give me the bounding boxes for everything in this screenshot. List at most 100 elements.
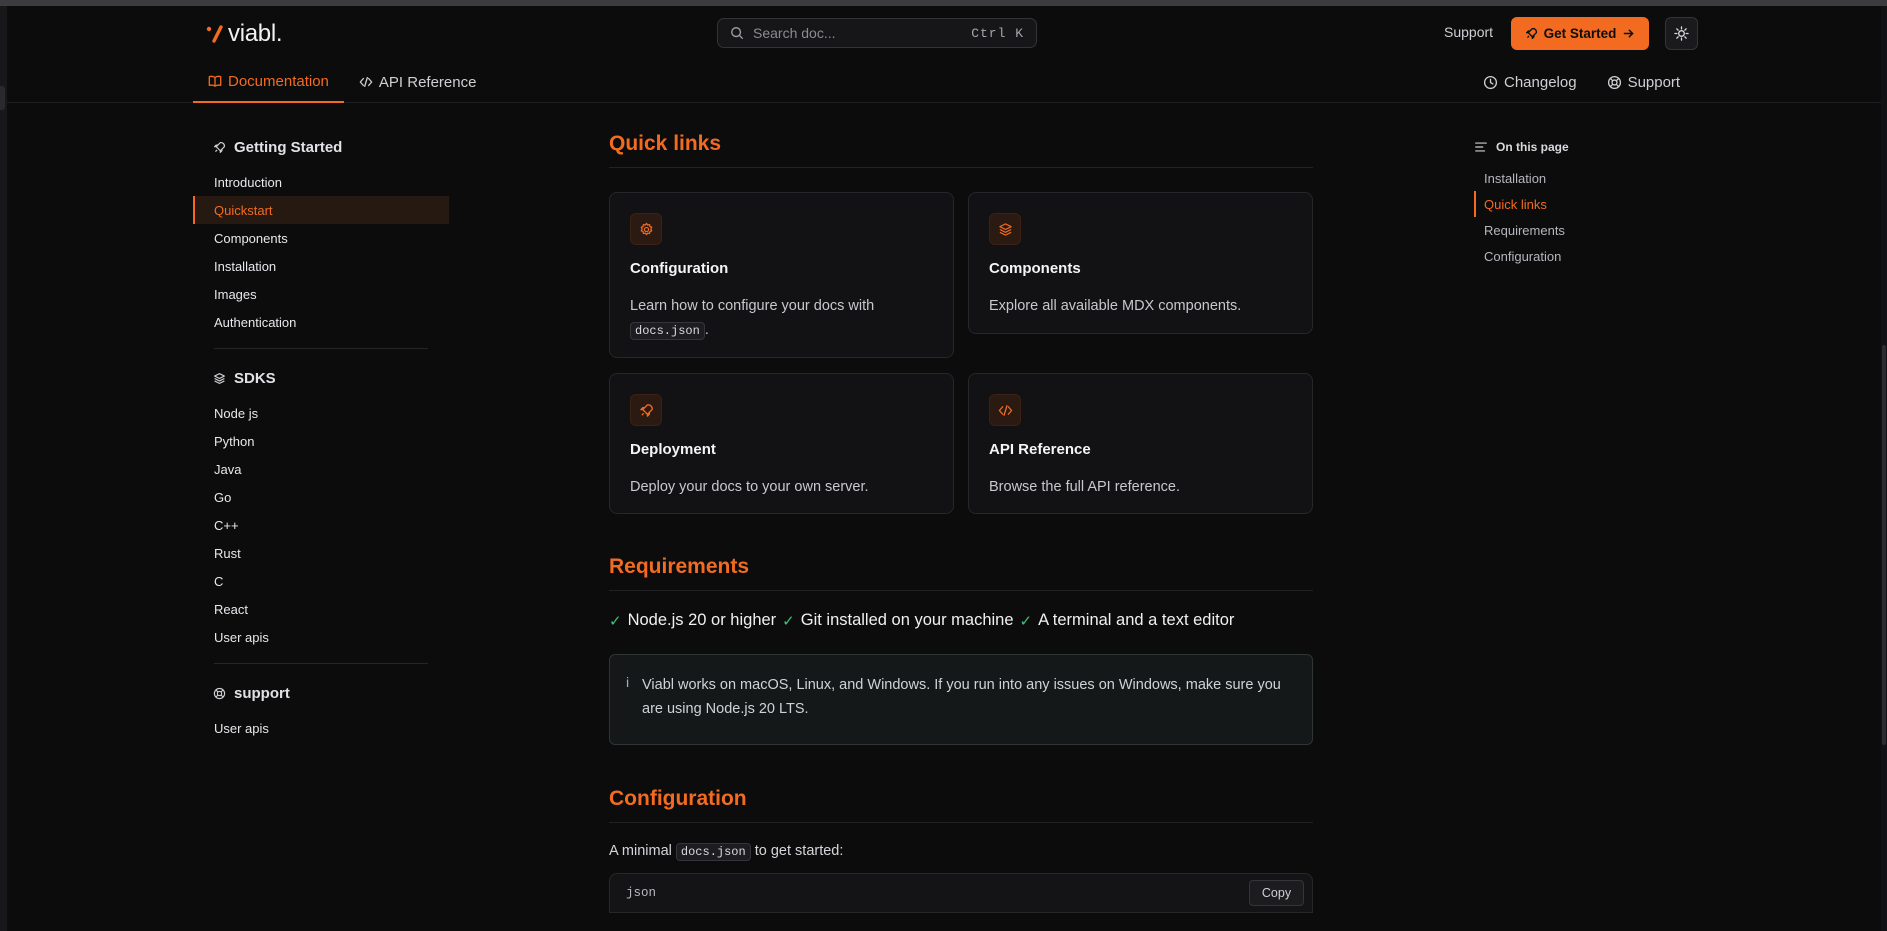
card-icon-box [989, 213, 1021, 245]
info-callout: i Viabl works on macOS, Linux, and Windo… [609, 654, 1313, 745]
logo-mark-icon [206, 25, 223, 43]
tab-api-reference[interactable]: API Reference [344, 61, 492, 103]
sidebar-item-python[interactable]: Python [193, 427, 449, 455]
tab-api-reference-label: API Reference [378, 73, 477, 91]
arrow-right-icon [1624, 29, 1634, 38]
left-edge-panel [0, 6, 7, 931]
toc-title: On this page [1474, 139, 1674, 155]
get-started-button[interactable]: Get Started [1511, 17, 1649, 50]
sidebar-item-c[interactable]: C [193, 567, 449, 595]
configuration-lead: A minimal docs.json to get started: [609, 843, 1313, 861]
code-language-label: json [626, 886, 657, 900]
clock-icon [1483, 75, 1498, 89]
card-api-reference[interactable]: API Reference Browse the full API refere… [968, 373, 1313, 514]
card-title: Components [989, 260, 1081, 277]
sidebar-divider [214, 348, 428, 349]
sidebar-item-rust[interactable]: Rust [193, 539, 449, 567]
toc-item-requirements[interactable]: Requirements [1474, 217, 1674, 243]
card-icon-box [630, 213, 662, 245]
heading-requirements[interactable]: Requirements [609, 551, 1313, 591]
sun-icon [1674, 26, 1689, 41]
card-description: Explore all available MDX components. [989, 298, 1242, 314]
card-description: Deploy your docs to your own server. [630, 479, 869, 495]
layers-icon [998, 222, 1012, 236]
layers-icon [214, 372, 225, 384]
changelog-link[interactable]: Changelog [1483, 74, 1577, 91]
sidebar-item-images[interactable]: Images [193, 280, 449, 308]
heading-quick-links[interactable]: Quick links [609, 128, 1313, 168]
requirements-list: ✓ Node.js 20 or higher ✓ Git installed o… [609, 611, 1313, 630]
requirements-section: Requirements ✓ Node.js 20 or higher ✓ Gi… [609, 551, 1313, 745]
sidebar: Getting Started Introduction Quickstart … [193, 135, 449, 742]
sidebar-item-node-js[interactable]: Node js [193, 399, 449, 427]
sidebar-item-installation[interactable]: Installation [193, 252, 449, 280]
card-description-end: . [704, 322, 709, 338]
header-support-link[interactable]: Support [1444, 24, 1493, 40]
sidebar-item-java[interactable]: Java [193, 455, 449, 483]
lead-text-after: to get started: [754, 843, 844, 859]
lifebuoy-icon [1607, 75, 1621, 89]
code-icon [998, 404, 1012, 416]
card-components[interactable]: Components Explore all available MDX com… [968, 192, 1313, 334]
code-block-header: json Copy [609, 873, 1313, 913]
sidebar-item-go[interactable]: Go [193, 483, 449, 511]
rocket-icon [214, 141, 226, 153]
card-description-text: Learn how to configure your docs with [630, 298, 875, 314]
support-link[interactable]: Support [1607, 73, 1681, 91]
tab-documentation[interactable]: Documentation [193, 61, 344, 103]
list-icon [1475, 142, 1487, 152]
on-this-page: On this page Installation Quick links Re… [1474, 139, 1674, 269]
changelog-label: Changelog [1504, 73, 1577, 91]
card-deployment[interactable]: Deployment Deploy your docs to your own … [609, 373, 954, 514]
support-label: Support [1627, 73, 1681, 91]
check-icon: ✓ [1019, 612, 1033, 630]
inline-code: docs.json [675, 843, 751, 861]
card-title: Deployment [630, 441, 716, 458]
top-tabs: Documentation API Reference [193, 61, 491, 103]
sidebar-list: Introduction Quickstart Components Insta… [193, 168, 449, 336]
header-secondary-links: Changelog Support [1483, 61, 1680, 103]
requirement-item: Node.js 20 or higher [627, 611, 777, 629]
card-icon-box [989, 394, 1021, 426]
quick-links-grid: Configuration Learn how to configure you… [609, 192, 1313, 514]
toc-item-quick-links[interactable]: Quick links [1474, 191, 1674, 217]
toc-item-installation[interactable]: Installation [1474, 165, 1674, 191]
toc-item-configuration[interactable]: Configuration [1474, 243, 1674, 269]
inline-code: docs.json [630, 322, 705, 340]
lead-text-before: A minimal [609, 843, 672, 859]
sidebar-item-components[interactable]: Components [193, 224, 449, 252]
site-header: viabl. Ctrl K Support Get Started Docume… [7, 6, 1881, 103]
copy-button[interactable]: Copy [1249, 880, 1304, 906]
sidebar-item-user-apis[interactable]: User apis [193, 623, 449, 651]
left-edge-handle[interactable] [0, 86, 5, 110]
sidebar-item-quickstart[interactable]: Quickstart [193, 196, 449, 224]
gear-icon [640, 222, 652, 235]
rocket-icon [639, 403, 653, 417]
sidebar-item-introduction[interactable]: Introduction [193, 168, 449, 196]
sidebar-item-cpp[interactable]: C++ [193, 511, 449, 539]
card-description: Browse the full API reference. [989, 479, 1181, 495]
sidebar-divider [214, 663, 428, 664]
card-title: API Reference [989, 441, 1091, 458]
sidebar-group-title: support [234, 684, 290, 702]
configuration-section: Configuration A minimal docs.json to get… [609, 783, 1313, 913]
sidebar-list: Node js Python Java Go C++ Rust C React … [193, 399, 449, 651]
sidebar-list: User apis [193, 714, 449, 742]
theme-toggle-button[interactable] [1665, 17, 1698, 50]
rocket-icon [1525, 27, 1537, 40]
get-started-label: Get Started [1543, 26, 1617, 41]
info-callout-text: Viabl works on macOS, Linux, and Windows… [642, 677, 1281, 717]
search-input[interactable] [753, 25, 972, 41]
scrollbar-thumb[interactable] [1882, 345, 1886, 745]
main-content: Quick links Configuration Learn how to c… [609, 128, 1313, 913]
sidebar-item-authentication[interactable]: Authentication [193, 308, 449, 336]
heading-configuration[interactable]: Configuration [609, 783, 1313, 823]
requirement-item: Git installed on your machine [800, 611, 1014, 629]
sidebar-item-support-user-apis[interactable]: User apis [193, 714, 449, 742]
card-title: Configuration [630, 260, 729, 277]
logo[interactable]: viabl. [205, 20, 283, 48]
sidebar-item-react[interactable]: React [193, 595, 449, 623]
search-box[interactable]: Ctrl K [717, 18, 1037, 48]
sidebar-group-title: SDKS [234, 369, 276, 387]
card-configuration[interactable]: Configuration Learn how to configure you… [609, 192, 954, 358]
